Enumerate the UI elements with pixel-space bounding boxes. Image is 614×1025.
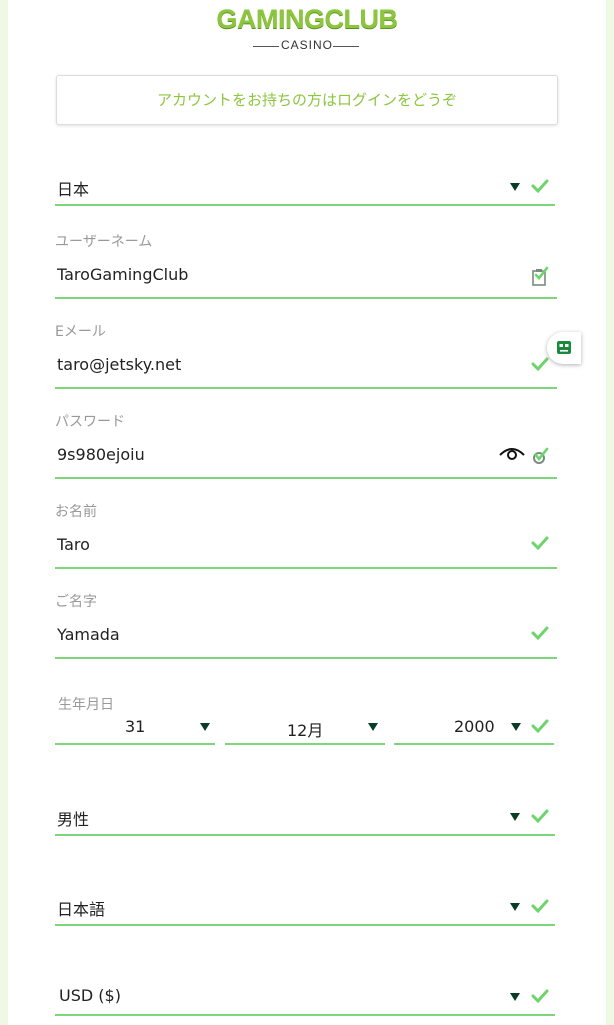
gender-value: 男性: [57, 810, 90, 829]
refresh-icon[interactable]: [531, 446, 551, 468]
check-icon: [531, 536, 549, 551]
first-name-field[interactable]: お名前 Taro: [55, 500, 557, 570]
password-field[interactable]: パスワード 9s980ejoiu: [55, 410, 557, 480]
check-icon: [531, 899, 549, 914]
email-field[interactable]: Eメール taro@jetsky.net: [55, 320, 557, 390]
language-select[interactable]: 日本語: [55, 890, 557, 926]
check-icon: [531, 989, 549, 1004]
check-icon: [531, 179, 549, 194]
currency-select[interactable]: USD ($): [55, 980, 557, 1016]
check-icon: [531, 809, 549, 824]
gender-select[interactable]: 男性: [55, 800, 557, 836]
last-name-label: ご名字: [55, 594, 97, 610]
username-label: ユーザーネーム: [55, 234, 153, 250]
dob-year-select[interactable]: 2000: [394, 693, 554, 745]
last-name-field[interactable]: ご名字 Yamada: [55, 590, 557, 660]
eye-icon[interactable]: [498, 445, 526, 461]
password-label: パスワード: [55, 414, 125, 430]
country-value: 日本: [57, 180, 90, 199]
first-name-label: お名前: [55, 504, 97, 520]
check-icon: [531, 626, 549, 641]
check-icon: [531, 719, 549, 734]
dropdown-arrow-icon[interactable]: [510, 993, 520, 1001]
login-link-button[interactable]: アカウントをお持ちの方はログインをどうぞ: [56, 75, 558, 125]
last-name-input[interactable]: Yamada: [57, 625, 120, 644]
gaming-club-logo: GAMINGCLUB CASINO: [0, 4, 614, 54]
date-of-birth-field: 生年月日 31 12月 2000: [55, 693, 557, 749]
chat-bot-icon[interactable]: [556, 340, 572, 356]
dropdown-arrow-icon[interactable]: [510, 183, 520, 191]
dropdown-arrow-icon[interactable]: [510, 813, 520, 821]
dob-month-value: 12月: [287, 721, 324, 740]
dropdown-arrow-icon[interactable]: [510, 903, 520, 911]
dropdown-arrow-icon[interactable]: [368, 723, 378, 731]
logo-main-text: GAMINGCLUB: [216, 4, 398, 34]
dob-month-select[interactable]: 12月: [225, 693, 385, 745]
logo-sub-text: CASINO: [280, 38, 333, 52]
dob-day-select[interactable]: 31: [55, 693, 215, 745]
email-input[interactable]: taro@jetsky.net: [57, 355, 181, 374]
country-select[interactable]: 日本: [55, 170, 557, 206]
dropdown-arrow-icon[interactable]: [200, 723, 210, 731]
dob-day-value: 31: [125, 717, 146, 736]
username-field[interactable]: ユーザーネーム TaroGamingClub: [55, 230, 557, 300]
language-value: 日本語: [57, 900, 106, 919]
chat-bot-tab[interactable]: [547, 332, 581, 364]
password-input[interactable]: 9s980ejoiu: [57, 445, 145, 464]
email-label: Eメール: [55, 324, 106, 340]
clipboard-icon[interactable]: [531, 266, 551, 288]
check-icon: [531, 357, 549, 372]
first-name-input[interactable]: Taro: [57, 535, 90, 554]
dropdown-arrow-icon[interactable]: [511, 723, 521, 731]
currency-value: USD ($): [59, 986, 121, 1005]
username-input[interactable]: TaroGamingClub: [57, 265, 188, 284]
dob-year-value: 2000: [454, 717, 495, 736]
